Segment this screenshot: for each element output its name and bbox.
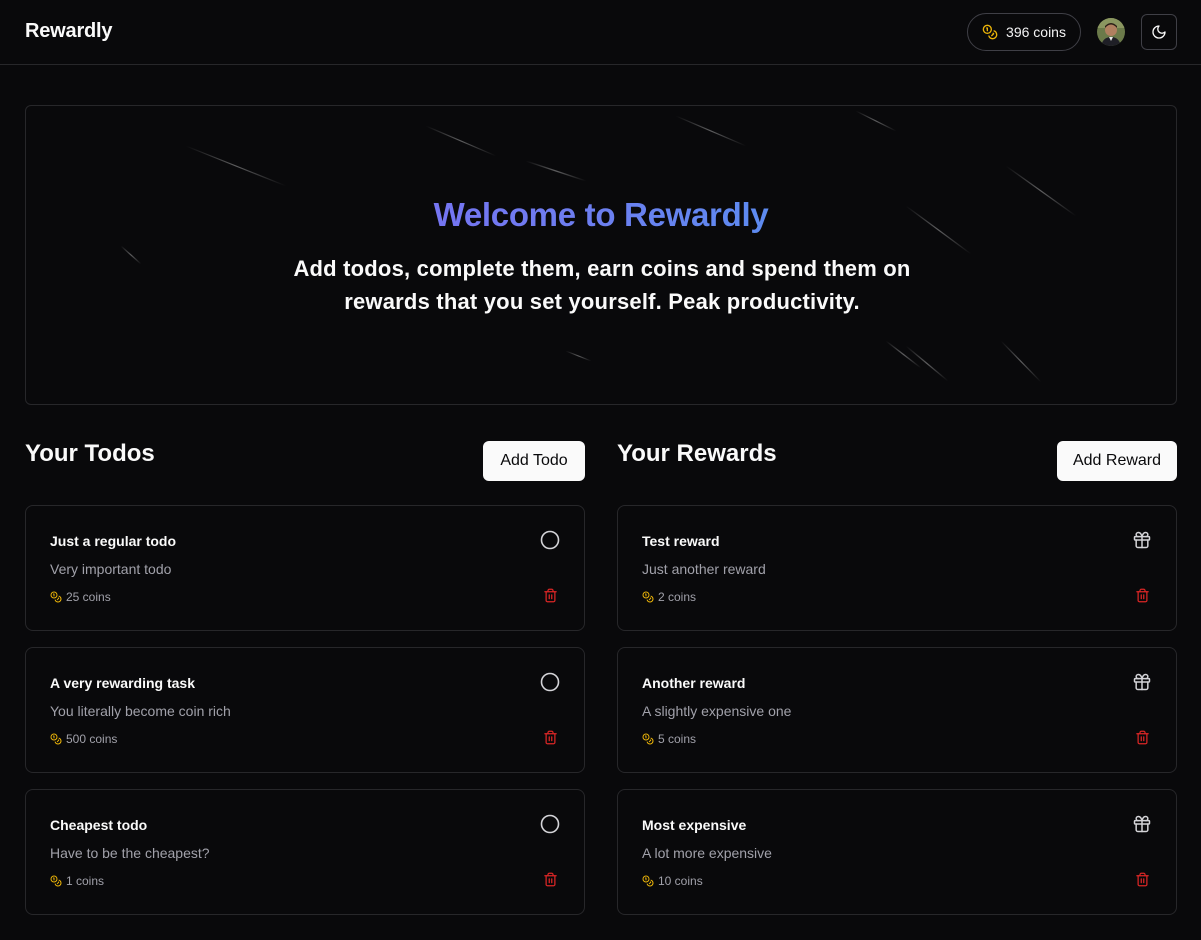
coin-balance-button[interactable]: 396 coins — [967, 13, 1081, 51]
delete-button[interactable] — [1135, 730, 1150, 745]
gift-icon — [1132, 673, 1152, 696]
delete-button[interactable] — [1135, 872, 1150, 887]
gift-icon — [1132, 531, 1152, 554]
coins-icon — [642, 591, 654, 603]
add-todo-button[interactable]: Add Todo — [483, 441, 585, 481]
coin-balance-label: 396 coins — [1006, 24, 1066, 40]
circle-icon — [540, 530, 560, 554]
delete-button[interactable] — [543, 588, 558, 603]
rewards-heading: Your Rewards — [617, 440, 777, 467]
card-title: Test reward — [642, 533, 720, 549]
delete-button[interactable] — [543, 730, 558, 745]
todos-heading: Your Todos — [25, 440, 155, 467]
redeem-reward-button[interactable] — [1132, 814, 1152, 834]
coin-amount: 2 coins — [658, 590, 697, 604]
card-title: Another reward — [642, 675, 746, 691]
coin-amount: 500 coins — [66, 732, 118, 746]
card-description: Just another reward — [642, 561, 766, 577]
card-title: Cheapest todo — [50, 817, 148, 833]
card-coin-value: 10 coins — [642, 874, 703, 888]
todo-card: A very rewarding task You literally becom… — [25, 647, 585, 773]
reward-card: Most expensive A lot more expensive 10 coi… — [617, 789, 1177, 915]
hero-subtitle: Add todos, complete them, earn coins and… — [293, 256, 911, 314]
circle-icon — [540, 814, 560, 838]
coin-amount: 1 coins — [66, 874, 105, 888]
coin-amount: 5 coins — [658, 732, 697, 746]
coins-icon — [642, 733, 654, 745]
trash-icon — [543, 588, 558, 607]
trash-icon — [1135, 588, 1150, 607]
coin-amount: 25 coins — [66, 590, 111, 604]
reward-card: Another reward A slightly expensive one 5 … — [617, 647, 1177, 773]
card-coin-value: 500 coins — [50, 732, 117, 746]
coin-amount: 10 coins — [658, 874, 703, 888]
redeem-reward-button[interactable] — [1132, 530, 1152, 550]
coins-icon — [50, 591, 62, 603]
coins-icon — [50, 733, 62, 745]
delete-button[interactable] — [1135, 588, 1150, 603]
coins-icon — [642, 875, 654, 887]
todo-card: Just a regular todo Very important todo 25… — [25, 505, 585, 631]
card-description: You literally become coin rich — [50, 703, 231, 719]
user-avatar[interactable] — [1097, 18, 1125, 46]
complete-todo-button[interactable] — [540, 814, 560, 834]
trash-icon — [543, 730, 558, 749]
delete-button[interactable] — [543, 872, 558, 887]
trash-icon — [1135, 730, 1150, 749]
trash-icon — [1135, 872, 1150, 891]
todo-card: Cheapest todo Have to be the cheapest? 1 c… — [25, 789, 585, 915]
avatar-image — [1097, 18, 1125, 46]
reward-card: Test reward Just another reward 2 coins — [617, 505, 1177, 631]
card-title: Most expensive — [642, 817, 747, 833]
hero-title: Welcome to Rewardly — [26, 196, 1176, 234]
welcome-hero: Welcome to Rewardly Add todos, complete … — [25, 105, 1177, 405]
card-description: Have to be the cheapest? — [50, 845, 210, 861]
trash-icon — [543, 872, 558, 891]
redeem-reward-button[interactable] — [1132, 672, 1152, 692]
card-description: A slightly expensive one — [642, 703, 792, 719]
circle-icon — [540, 672, 560, 696]
complete-todo-button[interactable] — [540, 672, 560, 692]
card-coin-value: 1 coins — [50, 874, 104, 888]
card-title: Just a regular todo — [50, 533, 177, 549]
add-reward-button[interactable]: Add Reward — [1057, 441, 1177, 481]
coins-icon — [982, 24, 998, 40]
coins-icon — [50, 875, 62, 887]
card-title: A very rewarding task — [50, 675, 195, 691]
theme-toggle-button[interactable] — [1141, 14, 1177, 50]
card-description: Very important todo — [50, 561, 172, 577]
gift-icon — [1132, 815, 1152, 838]
card-coin-value: 25 coins — [50, 590, 111, 604]
card-coin-value: 2 coins — [642, 590, 696, 604]
card-description: A lot more expensive — [642, 845, 772, 861]
moon-icon — [1152, 25, 1166, 39]
complete-todo-button[interactable] — [540, 530, 560, 550]
card-coin-value: 5 coins — [642, 732, 696, 746]
brand-logo[interactable]: Rewardly — [25, 20, 113, 43]
navbar: Rewardly 396 coins — [0, 0, 1201, 65]
